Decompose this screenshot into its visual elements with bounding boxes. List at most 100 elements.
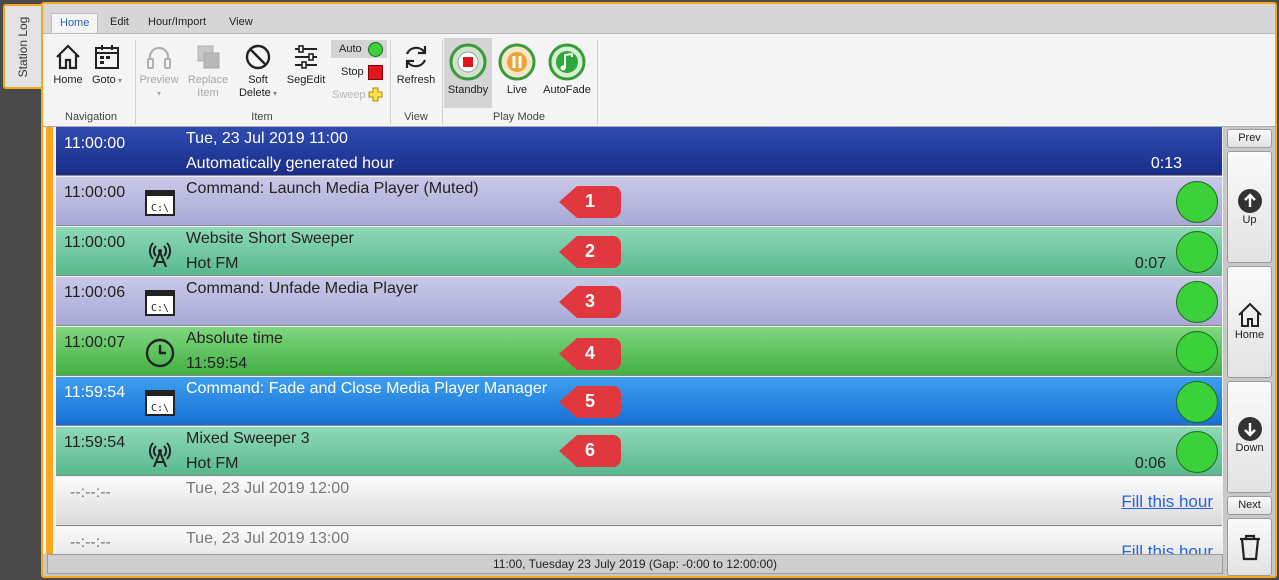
- play-status-dot[interactable]: [1176, 431, 1218, 473]
- station-log-tab[interactable]: Station Log: [3, 4, 41, 89]
- house-icon: [56, 44, 80, 70]
- autofade-button[interactable]: AutoFade: [541, 42, 593, 97]
- standby-icon: [449, 43, 487, 81]
- row-title: Tue, 23 Jul 2019 12:00: [186, 480, 350, 497]
- row-time: 11:00:00: [64, 184, 126, 201]
- row-time: 11:59:54: [64, 384, 126, 401]
- home-nav-button[interactable]: Home: [1227, 266, 1272, 378]
- soft-delete-button[interactable]: Soft Delete ▾: [235, 42, 281, 100]
- delete-button[interactable]: [1227, 518, 1272, 576]
- sweep-plus-icon: [368, 87, 383, 102]
- log-row[interactable]: 11:00:00 C:\ Command: Launch Media Playe…: [56, 177, 1222, 226]
- pause-icon: [498, 43, 536, 81]
- row-subtitle: Hot FM: [186, 455, 239, 472]
- next-button[interactable]: Next: [1227, 496, 1272, 515]
- home-button[interactable]: Home: [51, 42, 85, 87]
- tab-edit[interactable]: Edit: [102, 13, 137, 34]
- callout-badge: 3: [557, 282, 621, 322]
- group-label-view: View: [404, 111, 428, 123]
- play-status-dot[interactable]: [1176, 281, 1218, 323]
- log-row-selected[interactable]: 11:59:54 C:\ Command: Fade and Close Med…: [56, 377, 1222, 426]
- preview-button[interactable]: Preview ▾: [137, 42, 181, 100]
- callout-badge: 1: [557, 182, 621, 222]
- tab-home[interactable]: Home: [51, 13, 99, 34]
- fill-hour-link[interactable]: Fill this hour: [1121, 542, 1213, 554]
- play-status-dot[interactable]: [1176, 381, 1218, 423]
- command-icon: C:\: [145, 390, 175, 416]
- arrow-up-icon: [1237, 189, 1262, 213]
- empty-hour-row[interactable]: --:--:-- Tue, 23 Jul 2019 12:00 Fill thi…: [56, 477, 1222, 526]
- hour-time: 11:00:00: [64, 135, 126, 152]
- hour-title: Tue, 23 Jul 2019 11:00: [186, 130, 348, 147]
- calendar-icon: [95, 45, 119, 69]
- row-title: Command: Unfade Media Player: [186, 280, 419, 297]
- tab-hour-import[interactable]: Hour/Import: [140, 13, 214, 34]
- row-time: --:--:--: [70, 534, 111, 551]
- row-title: Mixed Sweeper 3: [186, 430, 310, 447]
- row-subtitle: 11:59:54: [186, 355, 248, 372]
- row-duration: 0:07: [1134, 255, 1166, 272]
- row-title: Website Short Sweeper: [186, 230, 354, 247]
- sweep-button[interactable]: Sweep: [332, 89, 366, 101]
- svg-text:C:\: C:\: [151, 403, 169, 414]
- station-log-list[interactable]: 11:00:00 Tue, 23 Jul 2019 11:00 Automati…: [43, 127, 1223, 554]
- ribbon: Home Goto ▾ Navigation Preview ▾ Replace…: [43, 33, 1275, 127]
- row-duration: 0:06: [1134, 455, 1166, 472]
- play-status-dot[interactable]: [1176, 331, 1218, 373]
- play-status-dot[interactable]: [1176, 181, 1218, 223]
- station-log-tab-label: Station Log: [16, 16, 30, 77]
- group-separator: [597, 40, 598, 124]
- segedit-button[interactable]: SegEdit: [285, 42, 327, 87]
- hour-header-row[interactable]: 11:00:00 Tue, 23 Jul 2019 11:00 Automati…: [56, 127, 1222, 176]
- row-title: Command: Fade and Close Media Player Man…: [186, 380, 548, 397]
- callout-badge: 4: [557, 334, 621, 374]
- main-window: Home Edit Hour/Import View Home Goto ▾ N…: [41, 2, 1277, 578]
- group-label-play-mode: Play Mode: [493, 111, 545, 123]
- refresh-button[interactable]: Refresh: [393, 42, 439, 87]
- hour-duration: 0:13: [1150, 155, 1182, 172]
- callout-badge: 2: [557, 232, 621, 272]
- play-status-dot[interactable]: [1176, 231, 1218, 273]
- fill-hour-link[interactable]: Fill this hour: [1121, 492, 1213, 512]
- row-time: --:--:--: [70, 484, 111, 501]
- callout-badge: 5: [557, 382, 621, 422]
- command-icon: C:\: [145, 190, 175, 216]
- empty-hour-row[interactable]: --:--:-- Tue, 23 Jul 2019 13:00 Fill thi…: [56, 527, 1222, 554]
- status-bar: 11:00, Tuesday 23 July 2019 (Gap: -0:00 …: [47, 554, 1223, 574]
- goto-button[interactable]: Goto ▾: [87, 42, 127, 87]
- stop-square-icon: [368, 65, 383, 80]
- live-button[interactable]: Live: [495, 42, 539, 97]
- stop-button[interactable]: Stop: [341, 66, 364, 78]
- group-separator: [390, 40, 391, 124]
- music-note-icon: [548, 43, 586, 81]
- svg-text:C:\: C:\: [151, 203, 169, 214]
- group-label-item: Item: [251, 111, 273, 123]
- tab-view[interactable]: View: [221, 13, 261, 34]
- command-icon: C:\: [145, 290, 175, 316]
- up-button[interactable]: Up: [1227, 151, 1272, 263]
- callout-badge: 6: [557, 431, 621, 471]
- log-row[interactable]: 11:59:54 Mixed Sweeper 3 Hot FM 0:06: [56, 427, 1222, 476]
- broadcast-icon: [149, 242, 171, 268]
- down-button[interactable]: Down: [1227, 381, 1272, 493]
- log-row[interactable]: 11:00:06 C:\ Command: Unfade Media Playe…: [56, 277, 1222, 326]
- house-icon: [1237, 302, 1262, 327]
- log-row[interactable]: 11:00:07 Absolute time 11:59:54: [56, 327, 1222, 376]
- group-separator: [135, 40, 136, 124]
- row-time: 11:00:07: [64, 334, 126, 351]
- sliders-icon: [295, 45, 317, 69]
- replace-icon: [197, 45, 220, 69]
- group-label-navigation: Navigation: [65, 111, 117, 123]
- auto-button[interactable]: Auto: [339, 43, 362, 55]
- row-time: 11:59:54: [64, 434, 126, 451]
- row-title: Absolute time: [186, 330, 283, 347]
- log-left-bar: [43, 127, 55, 554]
- group-separator: [442, 40, 443, 124]
- svg-text:C:\: C:\: [151, 303, 169, 314]
- row-subtitle: Hot FM: [186, 255, 239, 272]
- standby-button[interactable]: Standby: [444, 42, 492, 97]
- log-row[interactable]: 11:00:00 Website Short Sweeper Hot FM 0:…: [56, 227, 1222, 276]
- prev-button[interactable]: Prev: [1227, 129, 1272, 148]
- replace-item-button[interactable]: Replace Item: [185, 42, 231, 100]
- broadcast-icon: [149, 442, 171, 468]
